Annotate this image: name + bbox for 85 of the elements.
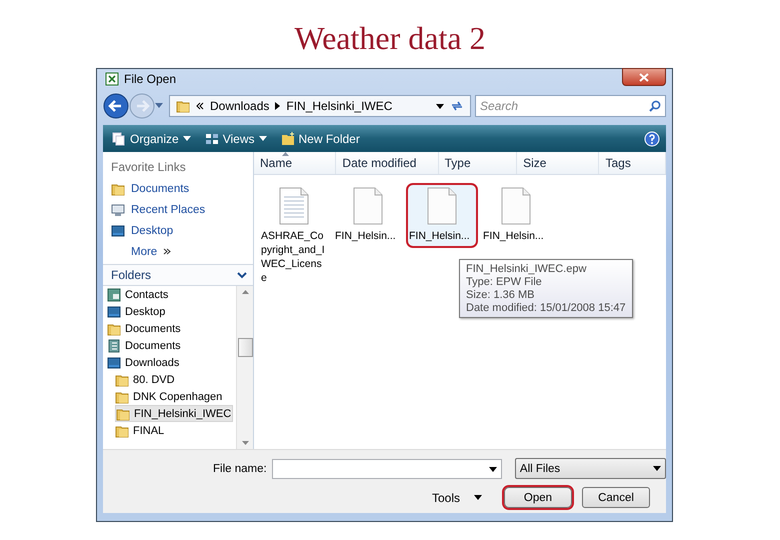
tools-menu[interactable]: Tools (426, 490, 488, 506)
caret-icon (182, 136, 191, 141)
folder-item[interactable]: Desktop (107, 303, 166, 320)
caret-icon (436, 104, 444, 108)
folder-item[interactable]: FIN_Helsinki_IWEC (115, 405, 234, 422)
folder-item[interactable]: DNK Copenhagen (115, 388, 234, 405)
folder-icon (107, 322, 121, 336)
file-icon (352, 187, 384, 225)
tooltip-line: Size: 1.36 MB (466, 289, 536, 301)
breadcrumb[interactable]: Downloads (210, 99, 270, 113)
file-type-dropdown[interactable]: All Files (514, 458, 666, 479)
toolbar-button[interactable]: Organize (109, 130, 194, 148)
file-item[interactable]: ASHRAE_Copyright_and_IWEC_License (258, 183, 330, 290)
text-file-icon (278, 187, 310, 225)
folder-icon (115, 372, 129, 386)
search-icon (649, 100, 661, 112)
document-icon (107, 338, 121, 352)
desktop-icon (111, 224, 125, 238)
folder-icon (116, 406, 130, 420)
breadcrumb[interactable]: FIN_Helsinki_IWEC (286, 99, 392, 113)
search-field[interactable]: Search (475, 95, 666, 117)
help-icon[interactable] (644, 130, 660, 146)
section-heading: Favorite Links (111, 160, 187, 174)
column-header[interactable]: Type (438, 152, 518, 174)
folder-icon (111, 182, 125, 196)
column-header[interactable]: Date modified (336, 152, 439, 174)
folder-icon (115, 390, 129, 404)
toolbar-button[interactable]: Views (202, 130, 270, 148)
column-header[interactable]: Name (254, 152, 336, 174)
folder-icon (280, 132, 294, 146)
window-title: File Open (124, 72, 176, 86)
scrollbar[interactable] (236, 286, 253, 449)
close-button[interactable] (622, 68, 666, 86)
dialog-button[interactable]: Cancel (582, 487, 650, 508)
scroll-up-icon (242, 290, 248, 294)
column-header[interactable]: Size (517, 152, 600, 174)
field-label: File name: (213, 462, 267, 474)
close-icon (639, 72, 649, 82)
tooltip-line: Date modified: 15/01/2008 15:47 (466, 302, 626, 314)
more-link[interactable]: More (131, 246, 158, 258)
caret-icon (275, 102, 280, 110)
scroll-thumb[interactable] (238, 338, 252, 357)
favorite-link[interactable]: Recent Places (111, 201, 253, 218)
chevron-icon (196, 102, 204, 110)
section-heading: Folders (111, 268, 152, 282)
file-item[interactable]: FIN_Helsin... (480, 183, 552, 248)
scroll-down-icon (242, 441, 248, 445)
toolbar-button[interactable]: New Folder (278, 130, 363, 148)
contacts-icon (107, 288, 121, 302)
tooltip-line: FIN_Helsinki_IWEC.epw (466, 263, 588, 275)
caret-icon (258, 136, 266, 141)
grid-icon (204, 132, 219, 144)
favorite-link[interactable]: Desktop (111, 222, 253, 239)
file-item[interactable]: FIN_Helsin... (332, 183, 404, 248)
chevron-down-icon[interactable] (237, 272, 247, 278)
caret-icon (474, 495, 482, 500)
folder-item[interactable]: Documents (107, 320, 182, 337)
file-item[interactable]: FIN_Helsin... (406, 183, 478, 248)
folder-icon (115, 424, 129, 438)
desktop-icon (107, 356, 121, 370)
file-name-field[interactable] (272, 458, 502, 478)
caret-icon (488, 466, 497, 472)
pages-icon (112, 132, 126, 146)
chevron-icon (163, 248, 172, 255)
folder-item[interactable]: FINAL (115, 422, 234, 439)
address-bar[interactable]: Downloads FIN_Helsinki_IWEC (169, 95, 471, 117)
desktop-icon (107, 304, 121, 318)
caret-icon (155, 103, 163, 109)
folder-item[interactable]: Downloads (107, 354, 180, 371)
slide-title: Weather data 2 (294, 19, 486, 58)
folder-item[interactable]: Contacts (107, 286, 170, 303)
monitor-icon (111, 202, 125, 216)
spreadsheet-icon (105, 72, 119, 86)
file-icon (426, 187, 458, 225)
caret-icon (653, 466, 661, 471)
column-header[interactable]: Tags (599, 152, 666, 174)
back-button[interactable] (103, 93, 129, 119)
tooltip-line: Type: EPW File (466, 276, 543, 288)
dialog-button[interactable]: Open (504, 487, 572, 508)
file-icon (500, 187, 532, 225)
refresh-icon (450, 100, 464, 112)
folder-item[interactable]: Documents (107, 337, 182, 354)
folder-item[interactable]: 80. DVD (115, 371, 234, 388)
favorite-link[interactable]: Documents (111, 180, 253, 197)
folder-icon (176, 99, 190, 113)
